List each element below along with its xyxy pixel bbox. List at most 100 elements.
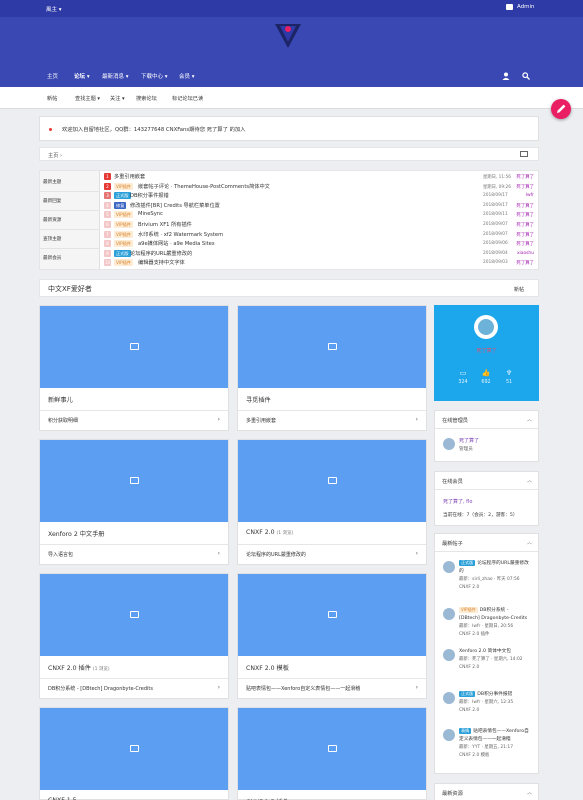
subnav-new-posts[interactable]: 新帖 xyxy=(47,95,57,102)
last-post-title[interactable]: 贴吧表情包——Xenforo自定义表情包——一起滑稽 xyxy=(246,685,360,692)
forum-card[interactable]: CNXF 1.5 xyxy=(39,707,229,800)
forum-image[interactable] xyxy=(40,306,228,388)
forum-title[interactable]: Xenforo 2 中文手册 xyxy=(48,529,104,538)
forum-card[interactable]: 寻觅插件 多重引用嵌套 › xyxy=(237,305,427,431)
nav-forums[interactable]: 论坛 ▾ xyxy=(74,72,90,80)
last-post-title[interactable]: DB积分系统 - [DBtech] Dragonbyte-Credits xyxy=(48,685,153,692)
post-forum[interactable]: CNXF 2.0 xyxy=(459,708,479,713)
thread-user[interactable]: 死了算了 xyxy=(516,260,534,266)
chevron-right-icon[interactable]: › xyxy=(218,416,220,423)
nav-home[interactable]: 主页 xyxy=(47,72,58,80)
chevron-right-icon[interactable]: › xyxy=(218,550,220,557)
latest-post-item[interactable]: 正式版 DB积分事件报错 最新：lwfr · 星期六, 12:35 CNXF 2.0 xyxy=(459,691,529,715)
post-title[interactable]: Xenforo 2.0 简体中文包 xyxy=(459,649,511,654)
poster-avatar[interactable] xyxy=(443,692,455,704)
chevron-up-icon[interactable]: ︿ xyxy=(527,539,532,546)
post-forum[interactable]: CNXF 2.0 xyxy=(459,665,479,670)
profile-name[interactable]: 死了算了 xyxy=(434,347,539,354)
nav-whats-new[interactable]: 最新消息 ▾ xyxy=(102,72,129,80)
forum-image[interactable] xyxy=(40,574,228,656)
search-icon[interactable] xyxy=(522,72,530,80)
forum-card[interactable]: CNXF 2.0 (1 浏览) 论坛程序的URL嚴重修改的 › xyxy=(237,439,427,565)
thread-user[interactable]: lwfr xyxy=(526,193,534,198)
poster-avatar[interactable] xyxy=(443,608,455,620)
subnav-find-threads[interactable]: 查找主题 ▾ xyxy=(75,95,100,102)
avatar[interactable] xyxy=(474,315,498,339)
tab-latest-resources[interactable]: 最新资源 xyxy=(43,217,61,223)
thread-user[interactable]: 死了算了 xyxy=(516,241,534,247)
forum-image[interactable] xyxy=(238,306,426,388)
forum-title[interactable]: CNXF 2.0 (1 浏览) xyxy=(246,529,293,536)
online-member-list[interactable]: 死了算了, flo xyxy=(443,498,472,505)
account-link[interactable]: Admin xyxy=(506,4,535,10)
table-row[interactable]: 2 VIP插件 嵌套帖子评论 · ThemeHouse-PostComments简体… xyxy=(104,182,536,192)
staff-name[interactable]: 死了算了 xyxy=(459,437,479,444)
thread-title[interactable]: 论坛程序的URL嚴重修改的 xyxy=(130,250,192,257)
thread-title[interactable]: 编辑器支持中文字体 xyxy=(138,259,185,266)
forum-card[interactable]: CNXF 2.0 模板 贴吧表情包——Xenforo自定义表情包——一起滑稽 › xyxy=(237,573,427,699)
forum-image[interactable] xyxy=(40,440,228,522)
new-posts-link[interactable]: 新帖 xyxy=(514,286,524,293)
style-chooser[interactable]: 風主 ▾ xyxy=(46,5,62,13)
forum-card[interactable]: 新鲜事儿 积分获取明细 › xyxy=(39,305,229,431)
chevron-right-icon[interactable]: › xyxy=(218,684,220,691)
user-icon[interactable] xyxy=(502,72,510,80)
table-row[interactable]: 9 正式版 论坛程序的URL嚴重修改的 2018/09/04 xiaoshu xyxy=(104,249,536,259)
chevron-up-icon[interactable]: ︿ xyxy=(527,477,532,484)
last-post-title[interactable]: 导入语言包 xyxy=(48,551,73,558)
thread-title[interactable]: 嵌套帖子评论 · ThemeHouse-PostComments简体中文 xyxy=(138,183,270,190)
table-row[interactable]: 3 正式版 DB积分事件报错 2018/09/17 lwfr xyxy=(104,192,536,201)
latest-post-item[interactable]: VIP插件 DB积分系统 - [DBtech] Dragonbyte-Credit… xyxy=(459,607,529,639)
thread-user[interactable]: xiaoshu xyxy=(517,251,534,256)
tab-latest-threads[interactable]: 最新主题 xyxy=(43,179,61,185)
forum-title[interactable]: CNXF 2.0 模板 xyxy=(246,663,289,672)
table-row[interactable]: 7 VIP插件 水印系统 · xf2 Watermark System 2018/09… xyxy=(104,230,536,240)
table-row[interactable]: 4 修复 修改插件[BR] Credits 导航栏菜单位置 2018/09/17 死了算… xyxy=(104,201,536,211)
thread-title[interactable]: DB积分事件报错 xyxy=(130,192,169,199)
thread-user[interactable]: 死了算了 xyxy=(516,222,534,228)
chevron-up-icon[interactable]: ︿ xyxy=(527,789,532,796)
thread-user[interactable]: 死了算了 xyxy=(516,203,534,209)
thread-title[interactable]: MineSync xyxy=(138,211,163,217)
latest-post-item[interactable]: Xenforo 2.0 简体中文包 最新：死了算了 · 星期六, 14:02 CNX… xyxy=(459,648,529,672)
chevron-right-icon[interactable]: › xyxy=(416,684,418,691)
table-row[interactable]: 1 多重引用嵌套 星期日, 11:56 死了算了 xyxy=(104,173,536,182)
staff-avatar[interactable] xyxy=(443,438,455,450)
forum-image[interactable] xyxy=(40,708,228,790)
forum-card[interactable]: CNXF 1.5 插件 xyxy=(237,707,427,800)
category-title[interactable]: 中文XF爱好者 xyxy=(48,284,92,294)
poster-avatar[interactable] xyxy=(443,561,455,573)
screen-icon[interactable] xyxy=(520,151,528,157)
subnav-watched[interactable]: 关注 ▾ xyxy=(110,95,125,102)
tab-latest-members[interactable]: 最新会员 xyxy=(43,255,61,261)
nav-members[interactable]: 会员 ▾ xyxy=(179,72,195,80)
chevron-right-icon[interactable]: › xyxy=(416,416,418,423)
last-post-title[interactable]: 积分获取明细 xyxy=(48,417,78,424)
latest-post-item[interactable]: 表情 贴吧表情包——Xenforo自定义表情包——一起滑稽 最新：YYT · 星期五… xyxy=(459,728,529,760)
thread-title[interactable]: 水印系统 · xf2 Watermark System xyxy=(138,231,223,238)
thread-title[interactable]: a9e媒体网站 · a9e Media Sites xyxy=(138,240,215,247)
thread-user[interactable]: 死了算了 xyxy=(516,212,534,218)
table-row[interactable]: 6 VIP插件 Brivium XF1 所有插件 2018/09/07 死了算了 xyxy=(104,221,536,230)
table-row[interactable]: 10 VIP插件 编辑器支持中文字体 2018/09/03 死了算了 xyxy=(104,259,536,268)
breadcrumb-home[interactable]: 主页 › xyxy=(48,152,62,159)
forum-image[interactable] xyxy=(238,574,426,656)
table-row[interactable]: 8 VIP插件 a9e媒体网站 · a9e Media Sites 2018/09/0… xyxy=(104,240,536,249)
chevron-up-icon[interactable]: ︿ xyxy=(527,416,532,423)
post-forum[interactable]: CNXF 2.0 模板 xyxy=(459,753,489,758)
forum-title[interactable]: 寻觅插件 xyxy=(246,395,271,404)
thread-title[interactable]: 多重引用嵌套 xyxy=(114,173,145,180)
subnav-mark-read[interactable]: 标记论坛已读 xyxy=(172,95,203,102)
last-post-title[interactable]: 多重引用嵌套 xyxy=(246,417,276,424)
thread-user[interactable]: 死了算了 xyxy=(516,184,534,190)
new-thread-fab[interactable] xyxy=(551,99,571,119)
forum-card[interactable]: CNXF 2.0 插件 (1 浏览) DB积分系统 - [DBtech] Drag… xyxy=(39,573,229,699)
poster-avatar[interactable] xyxy=(443,649,455,661)
tab-latest-replies[interactable]: 最新回复 xyxy=(43,198,61,204)
forum-image[interactable] xyxy=(238,440,426,522)
tab-sticky-threads[interactable]: 查顶主题 xyxy=(43,236,61,242)
table-row[interactable]: 5 VIP插件 MineSync 2018/09/11 死了算了 xyxy=(104,211,536,220)
post-forum[interactable]: CNXF 2.0 插件 xyxy=(459,632,489,637)
subnav-search-forums[interactable]: 搜索论坛 xyxy=(136,95,157,102)
thread-user[interactable]: 死了算了 xyxy=(516,232,534,238)
